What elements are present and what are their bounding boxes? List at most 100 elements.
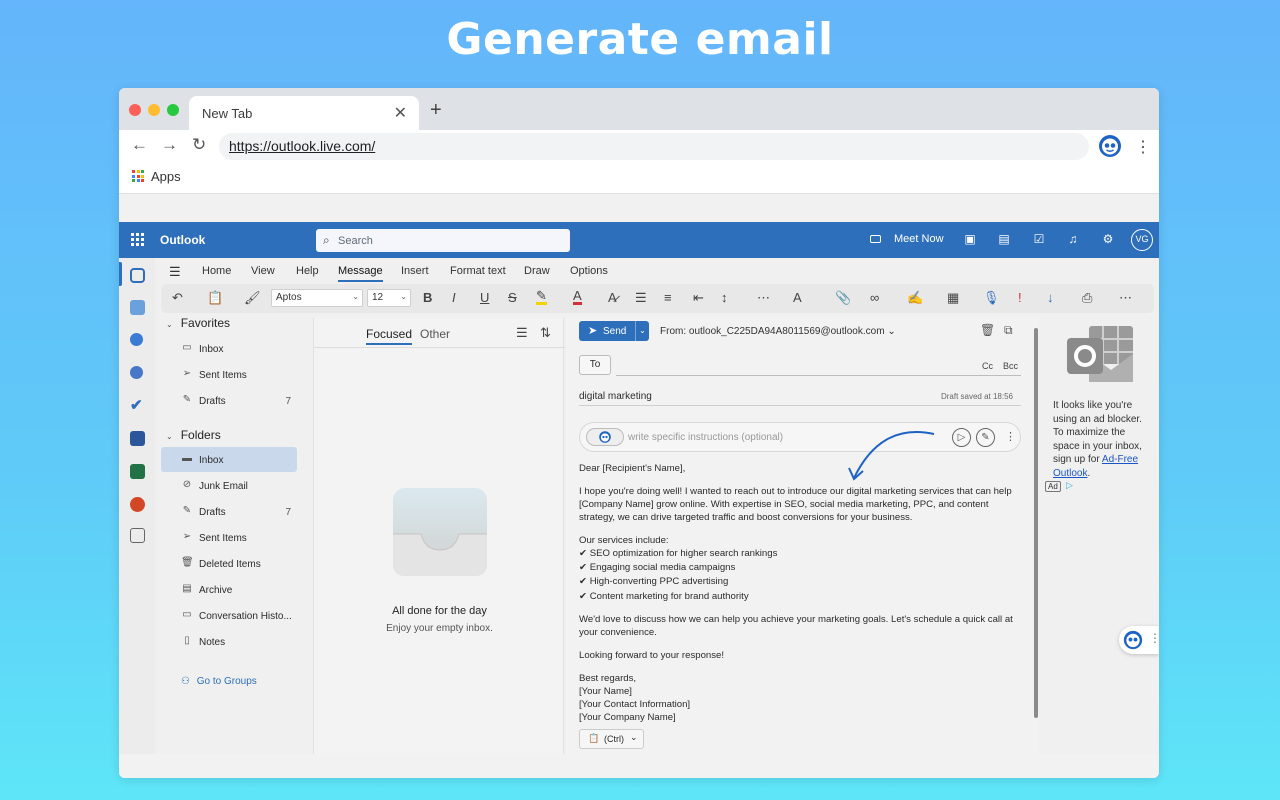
todo-icon[interactable]: ☑ (1032, 232, 1046, 246)
hamburger-icon[interactable]: ☰ (169, 264, 181, 280)
tab-draw[interactable]: Draw (524, 265, 550, 277)
folder-item-archive[interactable]: ▤ Archive (161, 577, 297, 602)
underline-icon[interactable]: U (480, 290, 489, 305)
ai-edit-icon[interactable]: ✎ (976, 428, 995, 447)
discard-icon[interactable]: 🗑 (980, 323, 995, 337)
favorite-item-drafts[interactable]: ✎ Drafts 7 (161, 388, 297, 413)
folder-item-deleted[interactable]: 🗑 Deleted Items (161, 551, 297, 576)
font-size-select[interactable]: 12 ⌄ (367, 289, 411, 307)
go-to-groups-link[interactable]: ⚇ Go to Groups (181, 676, 257, 687)
indent-icon[interactable]: ⇤ (693, 290, 704, 306)
sort-icon[interactable]: ⇅ (540, 325, 551, 341)
cc-button[interactable]: Cc (982, 361, 993, 371)
excel-icon[interactable] (130, 464, 145, 479)
tab-insert[interactable]: Insert (401, 265, 429, 277)
browser-tab[interactable]: New Tab ✕ (189, 96, 419, 130)
low-importance-icon[interactable]: ↓ (1047, 290, 1054, 305)
calendar-icon[interactable] (130, 300, 145, 315)
dictate-icon[interactable]: 🎙 (983, 290, 1000, 306)
tab-focused[interactable]: Focused (366, 327, 413, 345)
ai-instructions-input[interactable]: write specific instructions (optional) (628, 432, 783, 443)
apps-grid-icon[interactable] (132, 170, 144, 182)
tab-view[interactable]: View (251, 265, 275, 277)
outlook-brand[interactable]: Outlook (160, 233, 205, 247)
send-options-chevron-icon[interactable]: ⌄ (635, 321, 649, 341)
folder-item-inbox[interactable]: ▬ Inbox (161, 447, 297, 472)
folder-item-conversation-history[interactable]: ▭ Conversation Histo... (161, 603, 297, 628)
apps-icon[interactable]: ▦ (947, 290, 959, 306)
new-tab-button[interactable]: + (430, 99, 442, 122)
print-icon[interactable]: ⎙ (1082, 290, 1092, 306)
people-icon[interactable] (130, 333, 143, 346)
font-family-select[interactable]: Aptos ⌄ (271, 289, 363, 307)
search-input[interactable]: ⌕ Search (316, 229, 570, 252)
folder-item-sent[interactable]: ➢ Sent Items (161, 525, 297, 550)
powerpoint-icon[interactable] (130, 497, 145, 512)
more-apps-icon[interactable] (130, 528, 145, 543)
mail-icon[interactable] (130, 268, 145, 283)
favorite-item-inbox[interactable]: ▭ Inbox (161, 336, 297, 361)
bullets-icon[interactable]: ☰ (635, 290, 647, 306)
bcc-button[interactable]: Bcc (1003, 361, 1018, 371)
close-tab-icon[interactable]: ✕ (394, 103, 407, 123)
styles-icon[interactable]: A (793, 290, 802, 305)
signature-icon[interactable]: ✍ (907, 290, 923, 306)
bell-icon[interactable]: ♫ (1066, 232, 1080, 246)
send-button[interactable]: ➤ Send ⌄ (579, 321, 649, 341)
font-color-icon[interactable]: A (573, 289, 582, 305)
ai-extension-icon[interactable] (1098, 134, 1122, 158)
todo-check-icon[interactable]: ✔ (130, 398, 145, 413)
tab-format-text[interactable]: Format text (450, 265, 506, 277)
from-selector[interactable]: From: outlook_C225DA94A8011569@outlook.c… (660, 326, 896, 337)
format-painter-icon[interactable]: 🖌 (244, 290, 261, 306)
reload-icon[interactable]: ↻ (192, 135, 206, 155)
highlight-icon[interactable]: ✎ (536, 289, 547, 305)
tab-help[interactable]: Help (296, 265, 319, 277)
to-button[interactable]: To (579, 355, 611, 375)
more-options-icon[interactable]: ⋯ (1119, 290, 1132, 306)
groups-icon[interactable] (130, 366, 143, 379)
clipboard-icon[interactable]: 📋 (207, 290, 223, 306)
high-importance-icon[interactable]: ! (1018, 290, 1022, 305)
drag-handle-icon[interactable]: ⋮ (1149, 631, 1159, 645)
meet-now-button[interactable]: Meet Now (894, 233, 944, 245)
forward-icon[interactable]: → (161, 135, 178, 155)
to-field[interactable] (616, 375, 1021, 376)
numbering-icon[interactable]: ≡ (664, 290, 672, 305)
tab-home[interactable]: Home (202, 265, 231, 277)
folder-item-drafts[interactable]: ✎ Drafts 7 (161, 499, 297, 524)
address-bar[interactable]: https://outlook.live.com/ (219, 133, 1089, 160)
tab-other[interactable]: Other (420, 327, 450, 341)
word-icon[interactable] (130, 431, 145, 446)
ad-choices-icon[interactable]: ▷ (1066, 480, 1073, 491)
more-formatting-icon[interactable]: ⋯ (757, 290, 770, 306)
close-window-button[interactable] (129, 104, 141, 116)
bold-icon[interactable]: B (423, 290, 432, 305)
link-icon[interactable]: ∞ (870, 290, 879, 305)
strikethrough-icon[interactable]: S (508, 290, 517, 305)
paste-options-button[interactable]: 📋 (Ctrl) ⌄ (579, 729, 644, 749)
ai-assistant-logo-icon[interactable] (586, 428, 624, 446)
clear-format-icon[interactable]: A̷ (608, 290, 617, 305)
browser-menu-icon[interactable]: ⋮ (1135, 137, 1151, 157)
folder-item-notes[interactable]: ▯ Notes (161, 629, 297, 654)
line-spacing-icon[interactable]: ↕ (721, 290, 728, 305)
tab-options[interactable]: Options (570, 265, 608, 277)
avatar[interactable]: VG (1131, 229, 1153, 251)
filter-icon[interactable]: ☰ (516, 325, 528, 341)
attach-icon[interactable]: 📎 (835, 290, 851, 306)
italic-icon[interactable]: I (452, 290, 456, 305)
email-body[interactable]: Dear [Recipient's Name], I hope you're d… (579, 462, 1024, 724)
folder-item-junk[interactable]: ⊘ Junk Email (161, 473, 297, 498)
tab-message[interactable]: Message (338, 265, 383, 282)
ai-send-icon[interactable]: ▷ (952, 428, 971, 447)
favorites-heading[interactable]: ⌄ Favorites (166, 316, 230, 330)
ai-more-icon[interactable]: ⋮ (1005, 430, 1016, 443)
gear-icon[interactable]: ⚙ (1101, 232, 1115, 246)
teams-icon[interactable]: ▣ (963, 232, 977, 246)
folders-heading[interactable]: ⌄ Folders (166, 428, 221, 442)
undo-icon[interactable]: ↶ (172, 290, 183, 306)
maximize-window-button[interactable] (167, 104, 179, 116)
outlook-app-icon[interactable]: ▤ (997, 232, 1011, 246)
pop-out-icon[interactable]: ⧉ (1004, 323, 1013, 338)
